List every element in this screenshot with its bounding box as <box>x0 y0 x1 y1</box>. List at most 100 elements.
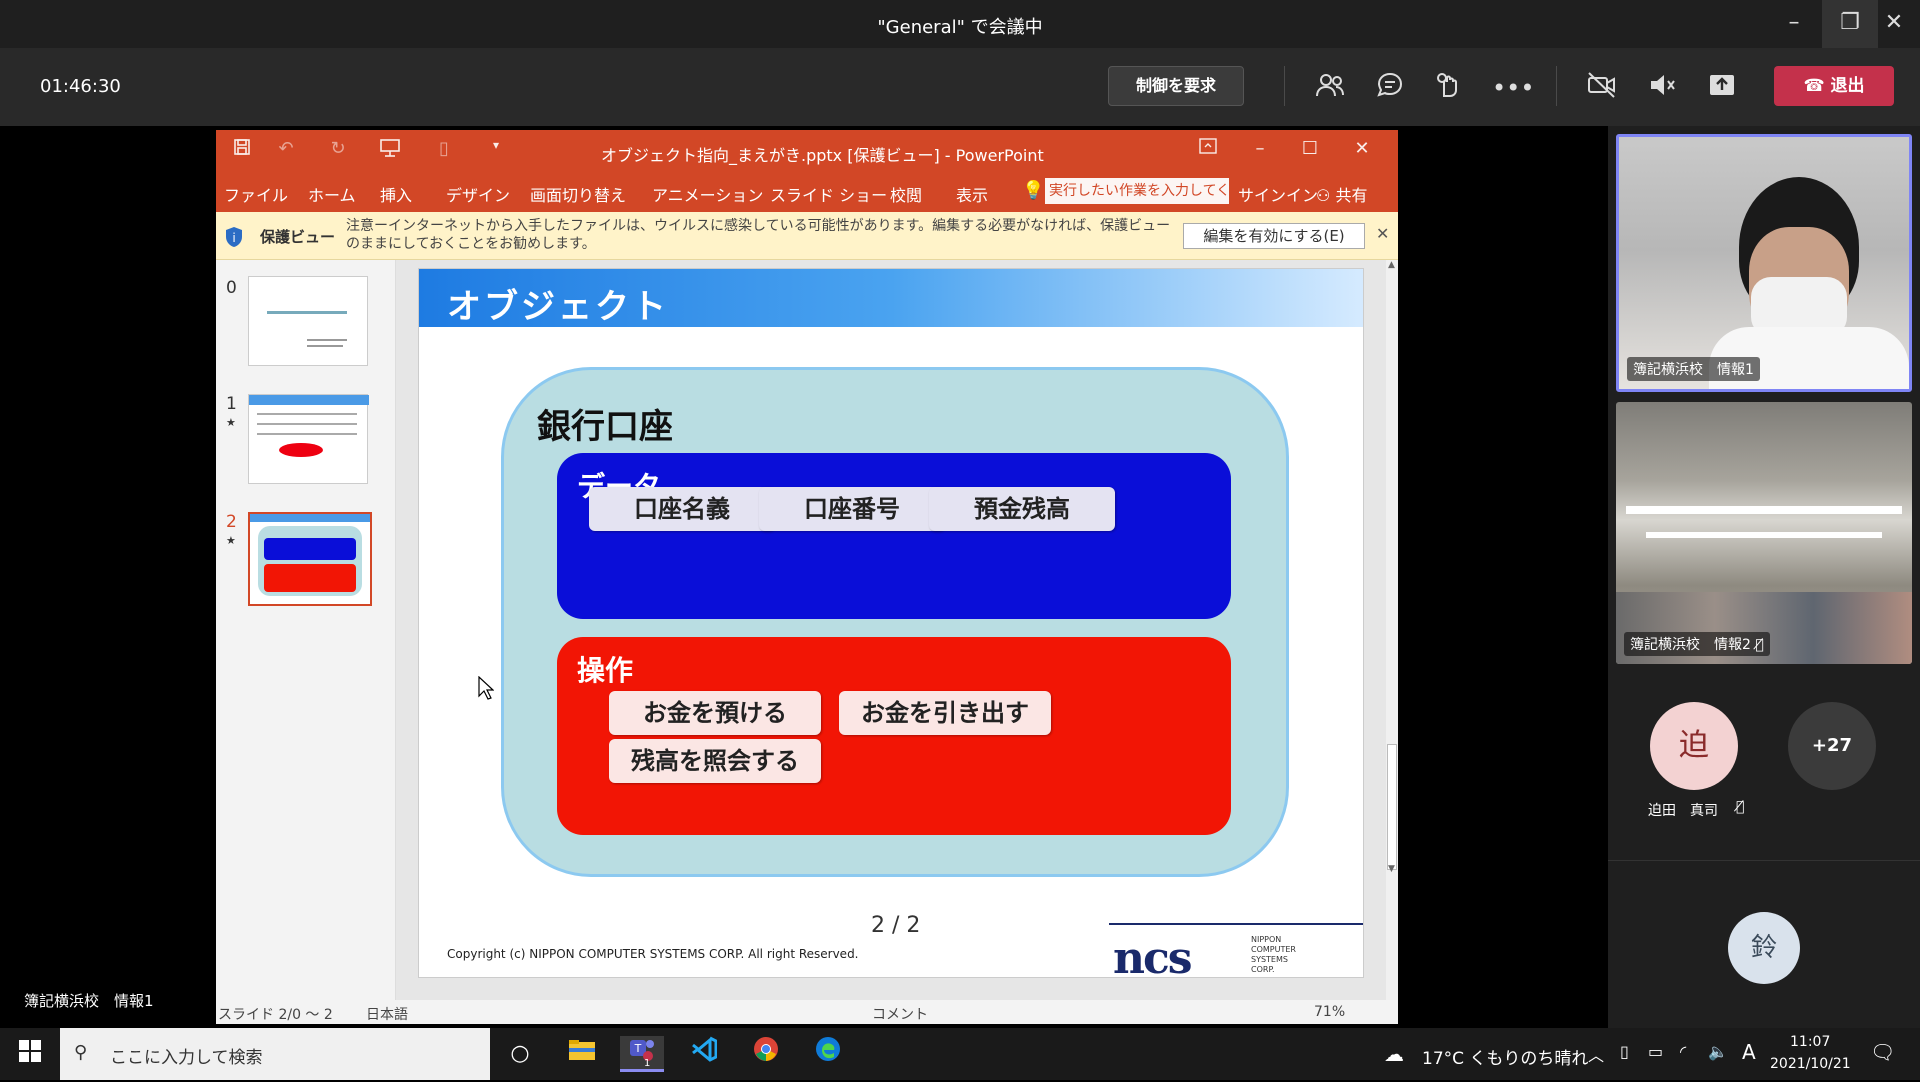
chat-icon[interactable] <box>1372 70 1408 106</box>
protected-view-label: 保護ビュー <box>260 228 336 246</box>
minimize-button[interactable]: – <box>1766 0 1822 48</box>
powerpoint-window: ↶ ↻ ▯ ▾ オブジェクト指向_まえがき.pptx [保護ビュー] - Pow… <box>216 130 1398 1024</box>
tab-review[interactable]: 校閲 <box>890 182 922 206</box>
thumb-op-box <box>264 564 356 592</box>
edge-icon[interactable] <box>806 1036 850 1072</box>
operations-box <box>557 637 1231 835</box>
task-view-icon[interactable]: ○ <box>498 1036 542 1072</box>
mouse-cursor-icon <box>478 675 495 700</box>
tab-home[interactable]: ホーム <box>308 182 356 206</box>
tab-insert[interactable]: 挿入 <box>380 182 412 206</box>
volume-icon[interactable]: 🔈 <box>1708 1042 1728 1061</box>
participant-label: 簿記横浜校 情報2 🎙̸ <box>1624 632 1770 656</box>
scroll-up-icon[interactable]: ▲ <box>1388 260 1396 272</box>
tab-view[interactable]: 表示 <box>956 182 988 206</box>
inquiry-pill: 残高を照会する <box>609 739 821 783</box>
video-tile-active-speaker[interactable]: 簿記横浜校 情報1 <box>1616 134 1912 392</box>
camera-off-icon[interactable] <box>1584 70 1620 106</box>
close-bar-icon[interactable]: ✕ <box>1376 224 1389 243</box>
divider <box>1284 66 1285 106</box>
share-tray-icon[interactable] <box>1704 70 1740 106</box>
ppt-maximize-icon[interactable]: ☐ <box>1296 138 1324 164</box>
clock-time[interactable]: 11:07 <box>1790 1034 1830 1050</box>
ribbon-display-icon[interactable] <box>1194 138 1222 164</box>
tab-animations[interactable]: アニメーション <box>652 182 763 206</box>
meeting-title: "General" で会議中 <box>877 17 1043 38</box>
participants-icon[interactable] <box>1312 70 1348 106</box>
chrome-icon[interactable] <box>744 1036 788 1072</box>
thumb-title-line <box>267 311 347 314</box>
language-indicator[interactable]: 日本語 <box>366 1004 408 1024</box>
thumb-number: 0 <box>226 278 237 298</box>
enable-editing-button[interactable]: 編集を有効にする(E) <box>1183 223 1365 249</box>
sign-in-link[interactable]: サインイン <box>1238 182 1318 206</box>
teams-icon[interactable]: T 1 <box>620 1036 664 1072</box>
ppt-close-icon[interactable]: ✕ <box>1348 138 1376 164</box>
ncs-logo: ncs <box>1113 933 1193 978</box>
more-options-icon[interactable]: ••• <box>1492 70 1534 106</box>
teams-badge: 1 <box>644 1058 651 1069</box>
withdraw-pill: お金を引き出す <box>839 691 1051 735</box>
vertical-scrollbar[interactable]: ▲ ▼ <box>1386 260 1398 1000</box>
more-participants-button[interactable]: +27 <box>1788 702 1876 790</box>
start-windows-icon[interactable] <box>8 1036 52 1072</box>
svg-text:T: T <box>634 1042 642 1055</box>
presenter-label: 簿記横浜校 情報1 <box>24 992 154 1010</box>
tray-battery-icon[interactable]: ▭ <box>1648 1042 1663 1061</box>
operations-title: 操作 <box>577 654 634 687</box>
tab-file[interactable]: ファイル <box>224 182 288 206</box>
weather-text[interactable]: 17°C くもりのち晴れ <box>1422 1044 1588 1069</box>
tab-slideshow[interactable]: スライド ショー <box>770 182 887 206</box>
file-explorer-icon[interactable] <box>560 1036 604 1072</box>
wifi-icon[interactable]: ◜ <box>1680 1042 1686 1061</box>
tab-design[interactable]: デザイン <box>446 182 510 206</box>
taskbar-search-box[interactable]: ⚲ ここに入力して検索 <box>60 1028 490 1080</box>
slide-thumbnail-0[interactable] <box>248 276 368 366</box>
call-controls-bar: 01:46:30 制御を要求 ••• ☎ 退出 <box>0 48 1920 126</box>
slide-thumbnail-2-selected[interactable] <box>248 512 372 606</box>
thumb-animation-star: ★ <box>226 416 236 429</box>
notification-icon[interactable]: 🗨 <box>1870 1040 1895 1064</box>
tab-transitions[interactable]: 画面切り替え <box>530 182 626 206</box>
shield-info-icon: i <box>224 226 244 248</box>
request-control-button[interactable]: 制御を要求 <box>1108 66 1244 106</box>
balance-pill: 預金残高 <box>929 487 1115 531</box>
slide-thumbnail-1[interactable] <box>248 394 369 484</box>
close-button[interactable]: ✕ <box>1866 0 1920 48</box>
scroll-thumb[interactable] <box>1387 744 1397 870</box>
video-tile-classroom[interactable]: 簿記横浜校 情報2 🎙̸ <box>1616 402 1912 664</box>
leave-button[interactable]: ☎ 退出 <box>1774 66 1894 106</box>
reactions-icon[interactable] <box>1432 70 1468 106</box>
slide-copyright: Copyright (c) NIPPON COMPUTER SYSTEMS CO… <box>447 947 859 961</box>
speaker-mute-icon[interactable] <box>1644 70 1680 106</box>
weather-icon[interactable]: ☁ <box>1380 1036 1408 1072</box>
save-icon[interactable] <box>228 138 256 164</box>
thumb-header <box>249 395 369 405</box>
thumb-data-box <box>264 538 356 560</box>
customize-qat-icon[interactable]: ▾ <box>482 138 510 164</box>
ppt-minimize-icon[interactable]: – <box>1246 138 1274 164</box>
participant-avatar[interactable]: 鈴 <box>1728 912 1800 984</box>
ime-indicator[interactable]: A <box>1742 1040 1756 1064</box>
tray-chevron-icon[interactable]: ︿ <box>1588 1042 1604 1066</box>
participant-avatar[interactable]: 迫 <box>1650 702 1738 790</box>
protected-view-bar: i 保護ビュー 注意ーインターネットから入手したファイルは、ウイルスに感染してい… <box>216 212 1398 260</box>
tell-me-input[interactable]: 実行したい作業を入力してくだ <box>1045 178 1229 204</box>
scroll-down-icon[interactable]: ▼ <box>1388 864 1396 876</box>
share-button[interactable]: ⚇ 共有 <box>1316 182 1367 206</box>
thumb-red-shape <box>279 443 323 457</box>
undo-icon[interactable]: ↶ <box>272 138 300 164</box>
presentation-icon[interactable] <box>376 138 404 164</box>
ribbon-tabs: ファイル ホーム 挿入 デザイン 画面切り替え アニメーション スライド ショー… <box>216 172 1398 212</box>
deposit-pill: お金を預ける <box>609 691 821 735</box>
slide-edit-pane: オブジェクト 銀行口座 データ 口座名義 口座番号 預金残高 操作 お金を預ける… <box>396 260 1398 1000</box>
vscode-icon[interactable] <box>682 1036 726 1072</box>
current-slide[interactable]: オブジェクト 銀行口座 データ 口座名義 口座番号 預金残高 操作 お金を預ける… <box>418 268 1364 978</box>
tray-device-icon[interactable]: ▯ <box>1620 1042 1629 1061</box>
redo-icon[interactable]: ↻ <box>324 138 352 164</box>
zoom-level[interactable]: 71% <box>1314 1004 1345 1020</box>
clock-date[interactable]: 2021/10/21 <box>1770 1056 1851 1072</box>
comments-button[interactable]: コメント <box>872 1004 928 1024</box>
open-icon[interactable]: ▯ <box>430 138 458 164</box>
divider <box>1556 66 1557 106</box>
